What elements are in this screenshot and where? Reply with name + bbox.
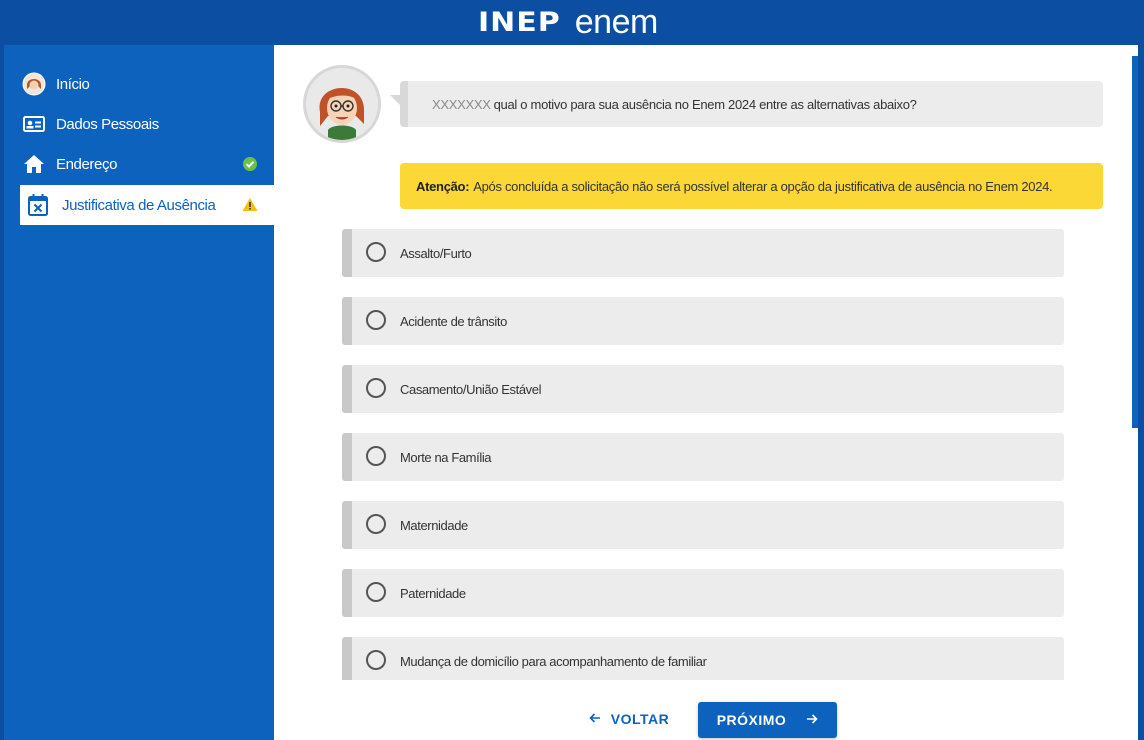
sidebar-item-label: Endereço: [56, 155, 118, 173]
alert-label: Atenção:: [416, 178, 470, 194]
next-label: PRÓXIMO: [716, 712, 787, 728]
arrow-right-icon: [806, 712, 818, 728]
radio-button[interactable]: [366, 446, 386, 466]
calendar-x-icon: [26, 193, 50, 217]
option-paternidade[interactable]: Paternidade: [342, 569, 1064, 617]
scrollbar-track[interactable]: [1138, 45, 1144, 740]
inep-logo: INEP: [478, 6, 561, 38]
sidebar-item-dados-pessoais[interactable]: Dados Pessoais: [4, 104, 274, 144]
scrollbar-thumb[interactable]: [1132, 56, 1138, 428]
warning-icon: [242, 197, 258, 216]
option-acidente-transito[interactable]: Acidente de trânsito: [342, 297, 1064, 345]
avatar-icon: [22, 72, 46, 96]
radio-button[interactable]: [366, 310, 386, 330]
option-label: Mudança de domicílio para acompanhamento…: [400, 653, 707, 669]
options-list: Assalto/Furto Acidente de trânsito Casam…: [274, 228, 1138, 680]
question-bubble: XXXXXXX qual o motivo para sua ausência …: [390, 81, 1103, 127]
option-label: Assalto/Furto: [400, 245, 472, 261]
enem-logo: enem: [574, 2, 659, 41]
option-morte-familia[interactable]: Morte na Família: [342, 433, 1064, 481]
sidebar-item-justificativa[interactable]: Justificativa de Ausência: [20, 185, 274, 225]
brand-logo: INEP enem: [478, 2, 659, 41]
sidebar: Início Dados Pessoais Endereço Justifica…: [4, 45, 274, 740]
sidebar-item-endereco[interactable]: Endereço: [4, 144, 274, 184]
question-text: qual o motivo para sua ausência no Enem …: [493, 96, 917, 112]
attention-alert: Atenção: Após concluída a solicitação nã…: [400, 163, 1103, 209]
id-card-icon: [22, 112, 46, 136]
arrow-left-icon: [589, 711, 601, 727]
radio-button[interactable]: [366, 514, 386, 534]
main-panel: XXXXXXX qual o motivo para sua ausência …: [274, 45, 1138, 740]
option-mudanca-domicilio[interactable]: Mudança de domicílio para acompanhamento…: [342, 637, 1064, 680]
option-label: Acidente de trânsito: [400, 313, 507, 329]
option-label: Morte na Família: [400, 449, 492, 465]
sidebar-item-label: Início: [56, 75, 90, 93]
assistant-avatar: [303, 65, 381, 143]
radio-button[interactable]: [366, 582, 386, 602]
option-assalto-furto[interactable]: Assalto/Furto: [342, 229, 1064, 277]
top-header: INEP enem: [0, 0, 1144, 45]
option-label: Paternidade: [400, 585, 466, 601]
radio-button[interactable]: [366, 378, 386, 398]
option-label: Maternidade: [400, 517, 468, 533]
sidebar-item-label: Justificativa de Ausência: [62, 196, 216, 214]
option-casamento[interactable]: Casamento/União Estável: [342, 365, 1064, 413]
next-button[interactable]: PRÓXIMO: [698, 702, 837, 738]
alert-text: Após concluída a solicitação não será po…: [473, 178, 1053, 194]
sidebar-item-label: Dados Pessoais: [56, 115, 159, 133]
option-maternidade[interactable]: Maternidade: [342, 501, 1064, 549]
radio-button[interactable]: [366, 242, 386, 262]
check-icon: [242, 156, 258, 176]
radio-button[interactable]: [366, 650, 386, 670]
user-name: XXXXXXX: [432, 96, 491, 112]
back-label: VOLTAR: [610, 711, 670, 727]
back-button[interactable]: VOLTAR: [584, 703, 674, 735]
home-icon: [22, 152, 46, 176]
sidebar-item-inicio[interactable]: Início: [4, 64, 274, 104]
option-label: Casamento/União Estável: [400, 381, 542, 397]
